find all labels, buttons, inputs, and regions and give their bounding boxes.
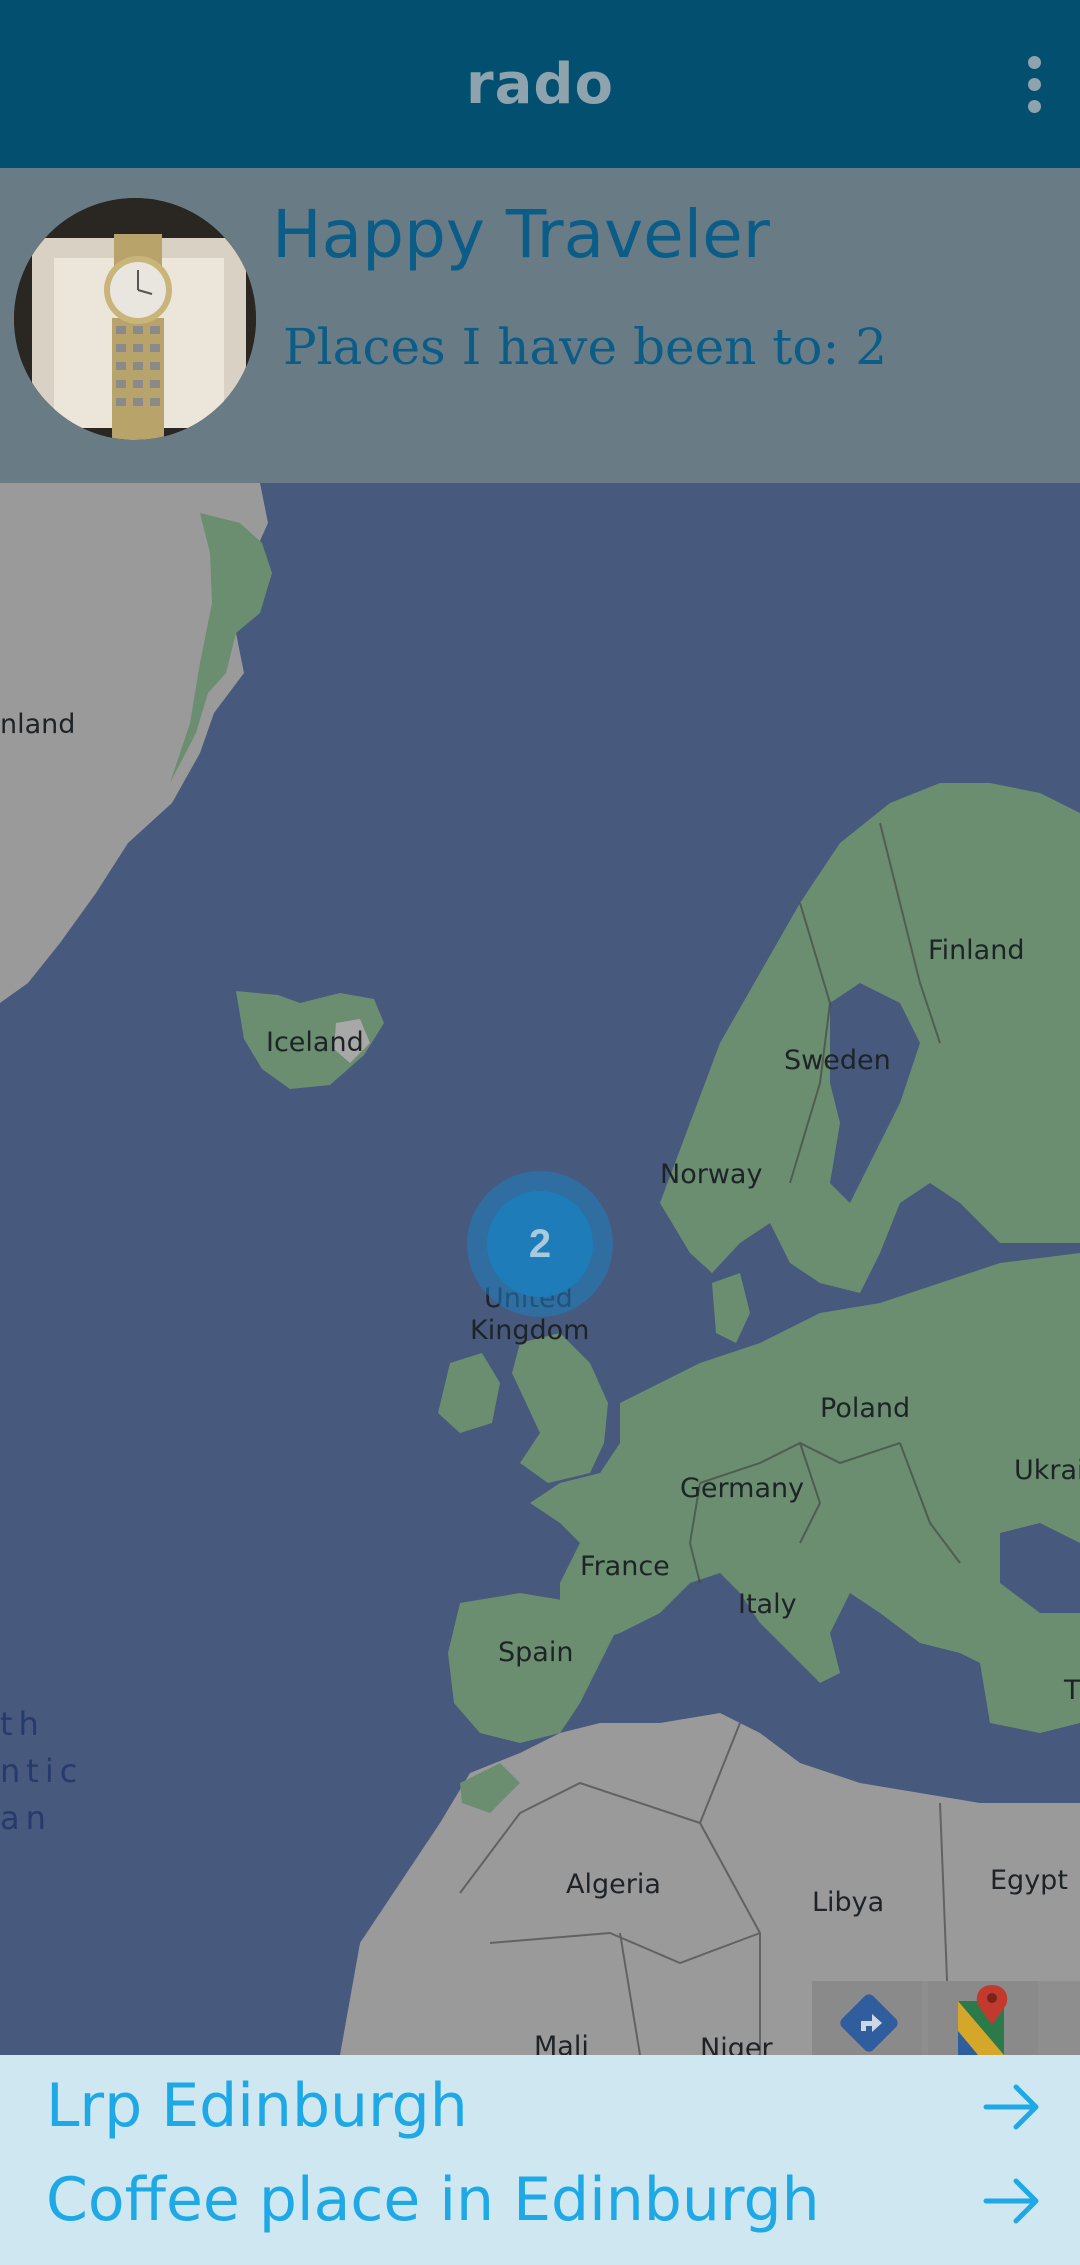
list-item[interactable]: Lrp Edinburgh xyxy=(0,2065,1080,2157)
map-label-atlantic-ocean: th ntic an xyxy=(0,1705,84,1837)
map-label-iceland: Iceland xyxy=(266,1027,364,1058)
profile-name: Happy Traveler xyxy=(272,196,770,273)
arrow-right-icon[interactable] xyxy=(982,2173,1042,2229)
app-title: rado xyxy=(466,51,614,117)
place-label: Lrp Edinburgh xyxy=(46,2071,468,2141)
avatar-photo-watch xyxy=(14,198,256,440)
map-view[interactable]: nland Iceland Finland Sweden Norway Unit… xyxy=(0,483,1080,2055)
map-label-egypt: Egypt xyxy=(990,1865,1068,1896)
map-label-turkey: T xyxy=(1064,1675,1080,1706)
map-label-italy: Italy xyxy=(738,1589,797,1620)
app-bar: rado xyxy=(0,0,1080,168)
map-label-france: France xyxy=(580,1551,670,1582)
google-maps-icon[interactable] xyxy=(928,1981,1038,2055)
map-label-finland: Finland xyxy=(928,935,1025,966)
profile-header: Happy Traveler Places I have been to: 2 xyxy=(0,168,1080,483)
arrow-right-icon[interactable] xyxy=(982,2079,1042,2135)
map-label-sweden: Sweden xyxy=(784,1045,891,1076)
place-label: Coffee place in Edinburgh xyxy=(46,2165,820,2235)
directions-icon[interactable] xyxy=(812,1981,922,2055)
map-label-mali: Mali xyxy=(534,2031,589,2055)
map-label-algeria: Algeria xyxy=(566,1869,661,1900)
avatar[interactable] xyxy=(14,198,256,440)
places-list: Lrp Edinburgh Coffee place in Edinburgh xyxy=(0,2055,1080,2265)
list-item[interactable]: Coffee place in Edinburgh xyxy=(0,2159,1080,2251)
map-label-greenland: nland xyxy=(0,709,76,740)
map-label-niger: Niger xyxy=(700,2033,773,2055)
more-vert-icon[interactable] xyxy=(1004,44,1064,124)
map-label-libya: Libya xyxy=(812,1887,885,1918)
toolbar-edge xyxy=(1044,1981,1080,2055)
places-count: Places I have been to: 2 xyxy=(283,318,888,376)
map-label-norway: Norway xyxy=(660,1159,763,1190)
map-label-uk-line2: Kingdom xyxy=(470,1315,590,1346)
map-toolbar xyxy=(812,1981,1080,2055)
place-cluster-marker[interactable]: 2 xyxy=(467,1171,613,1317)
map-label-germany: Germany xyxy=(680,1473,805,1504)
map-label-ukraine: Ukrai xyxy=(1014,1455,1080,1486)
map-label-spain: Spain xyxy=(498,1637,574,1668)
cluster-count: 2 xyxy=(487,1191,593,1297)
map-label-poland: Poland xyxy=(820,1393,911,1424)
